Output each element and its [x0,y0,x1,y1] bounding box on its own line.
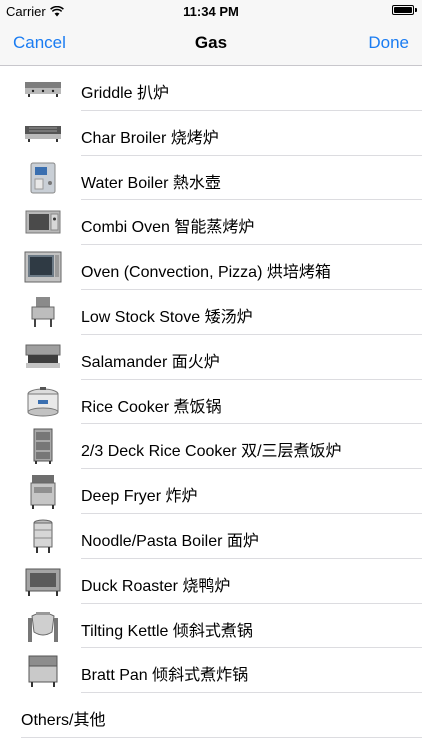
combi-oven-icon [23,206,63,238]
list-item-deep-fryer[interactable]: Deep Fryer 炸炉 [0,469,422,514]
list-item-label: Rice Cooker 煮饭锅 [81,398,222,416]
list-item-label: Others/其他 [21,712,106,730]
water-boiler-icon [23,162,63,194]
battery-icon [392,5,417,15]
status-time: 11:34 PM [183,4,239,19]
list-item-char-broiler[interactable]: Char Broiler 烧烤炉 [0,111,422,156]
list-item-label: Char Broiler 烧烤炉 [81,129,219,147]
list-item-noodle-boiler[interactable]: Noodle/Pasta Boiler 面炉 [0,514,422,559]
page-title: Gas [194,33,228,52]
list-item-label: Noodle/Pasta Boiler 面炉 [81,532,259,550]
list-item-griddle[interactable]: Griddle 扒炉 [0,66,422,111]
salamander-icon [23,341,63,373]
list-item-label: Griddle 扒炉 [81,85,170,102]
navigation-bar: Cancel Gas Done [0,22,422,66]
list-item-label: Oven (Convection, Pizza) 烘培烤箱 [81,264,331,282]
list-item-label: Bratt Pan 倾斜式煮炸锅 [81,667,249,685]
equipment-list: Griddle 扒炉 Char Broiler 烧烤炉 Water Boiler… [0,66,422,738]
list-item-oven[interactable]: Oven (Convection, Pizza) 烘培烤箱 [0,245,422,290]
list-item-label: Salamander 面火炉 [81,353,220,371]
tilting-kettle-icon [23,610,63,642]
duck-roaster-icon [23,565,63,597]
list-item-low-stock-stove[interactable]: Low Stock Stove 矮汤炉 [0,290,422,335]
noodle-boiler-icon [23,519,63,553]
list-item-label: Duck Roaster 烧鸭炉 [81,577,231,595]
list-item-label: Water Boiler 熱水壺 [81,174,221,192]
list-item-label: Deep Fryer 炸炉 [81,488,198,506]
low-stock-stove-icon [23,296,63,328]
griddle-icon [23,72,63,104]
list-item-water-boiler[interactable]: Water Boiler 熱水壺 [0,156,422,201]
list-item-others[interactable]: Others/其他 [0,693,422,738]
oven-icon [23,251,63,283]
bratt-pan-icon [23,654,63,688]
list-item-label: Combi Oven 智能蒸烤炉 [81,219,255,237]
list-item-deck-rice-cooker[interactable]: 2/3 Deck Rice Cooker 双/三层煮饭炉 [0,424,422,470]
list-item-combi-oven[interactable]: Combi Oven 智能蒸烤炉 [0,200,422,246]
list-item-label: Low Stock Stove 矮汤炉 [81,308,253,326]
list-item-label: Tilting Kettle 倾斜式煮锅 [81,622,253,640]
list-item-rice-cooker[interactable]: Rice Cooker 煮饭锅 [0,380,422,425]
list-item-tilting-kettle[interactable]: Tilting Kettle 倾斜式煮锅 [0,604,422,649]
deep-fryer-icon [23,475,63,510]
rice-cooker-icon [23,386,63,418]
done-button[interactable]: Done [368,33,409,53]
list-item-bratt-pan[interactable]: Bratt Pan 倾斜式煮炸锅 [0,648,422,694]
list-item-label: 2/3 Deck Rice Cooker 双/三层煮饭炉 [81,443,342,461]
char-broiler-icon [23,117,63,149]
deck-rice-cooker-icon [23,428,63,465]
list-item-duck-roaster[interactable]: Duck Roaster 烧鸭炉 [0,559,422,604]
list-item-salamander[interactable]: Salamander 面火炉 [0,335,422,380]
status-bar: Carrier 11:34 PM [0,0,422,22]
